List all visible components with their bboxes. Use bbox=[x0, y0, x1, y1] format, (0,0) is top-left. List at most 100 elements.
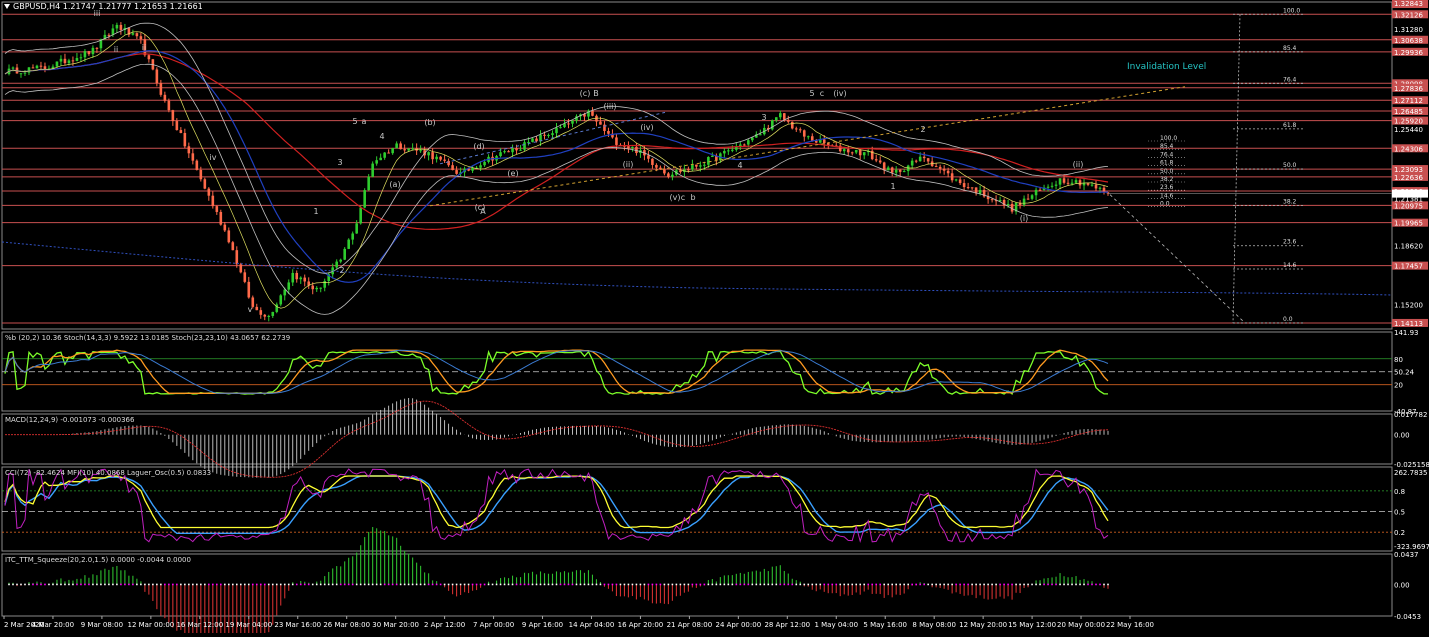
candle-body bbox=[259, 310, 263, 315]
squeeze-dot bbox=[847, 583, 850, 586]
candle-body bbox=[1098, 187, 1102, 189]
candle-body bbox=[55, 61, 59, 67]
squeeze-dot bbox=[923, 583, 925, 586]
wave-label-a: (a) bbox=[389, 180, 400, 189]
candle-body bbox=[87, 51, 91, 55]
candle-body bbox=[711, 155, 714, 158]
candle-body bbox=[631, 146, 634, 149]
candle-body bbox=[279, 295, 283, 305]
squeeze-dot bbox=[723, 583, 726, 586]
candle-body bbox=[255, 306, 259, 311]
squeeze-dot bbox=[20, 583, 22, 586]
orange-trendline bbox=[429, 86, 1186, 207]
candle-body bbox=[854, 149, 858, 153]
price-level-label: 1.32126 bbox=[1394, 11, 1423, 19]
candle-body bbox=[531, 138, 534, 142]
candle-body bbox=[163, 94, 167, 101]
candle-body bbox=[115, 24, 119, 29]
squeeze-dot bbox=[791, 583, 794, 586]
squeeze-dot bbox=[156, 583, 158, 586]
candle-body bbox=[950, 173, 954, 181]
candle-body bbox=[1022, 198, 1026, 205]
time-axis-label: 23 Mar 16:00 bbox=[274, 621, 321, 629]
candle-body bbox=[23, 72, 27, 74]
stoch-tick-20: 20 bbox=[1394, 382, 1403, 390]
candle-body bbox=[790, 121, 794, 129]
sqz-tick-max: 0.0437 bbox=[1394, 551, 1419, 559]
time-axis-label: 2 Apr 12:00 bbox=[424, 621, 465, 629]
squeeze-dot bbox=[963, 583, 965, 586]
squeeze-dot bbox=[1003, 583, 1005, 586]
candle-body bbox=[67, 60, 71, 64]
squeeze-dot bbox=[839, 583, 842, 586]
wave-label-iii: (iii) bbox=[604, 102, 617, 111]
squeeze-dot bbox=[92, 583, 94, 586]
candle-body bbox=[107, 34, 111, 36]
squeeze-dot bbox=[1103, 583, 1105, 586]
candle-body bbox=[407, 148, 410, 151]
chart-menu-icon[interactable] bbox=[4, 4, 10, 9]
candle-body bbox=[591, 110, 594, 116]
candle-body bbox=[443, 159, 446, 161]
ma-red-line bbox=[4, 53, 1109, 231]
candle-body bbox=[183, 132, 187, 147]
candle-body bbox=[515, 148, 518, 151]
squeeze-dot bbox=[1019, 583, 1021, 586]
candle-body bbox=[203, 179, 207, 189]
squeeze-dot bbox=[216, 583, 218, 586]
squeeze-dot bbox=[32, 583, 34, 586]
squeeze-dot bbox=[775, 583, 778, 586]
squeeze-dot bbox=[787, 583, 790, 586]
candle-body bbox=[431, 152, 434, 160]
candle-body bbox=[503, 151, 506, 153]
candle-body bbox=[75, 58, 79, 62]
squeeze-dot bbox=[515, 583, 518, 586]
candle-body bbox=[759, 134, 762, 136]
squeeze-dot bbox=[611, 583, 614, 586]
chart-svg: 1.321261.306381.299361.280981.278361.271… bbox=[1, 0, 1429, 637]
squeeze-dot bbox=[84, 583, 86, 586]
macd-signal-line bbox=[5, 400, 1109, 478]
squeeze-dot bbox=[571, 583, 574, 586]
squeeze-dot bbox=[431, 583, 434, 586]
wave-label-B: B bbox=[593, 89, 599, 98]
candle-body bbox=[850, 152, 854, 154]
squeeze-dot bbox=[1091, 583, 1093, 586]
squeeze-dot bbox=[823, 583, 826, 586]
candle-body bbox=[311, 285, 315, 290]
macd-histogram bbox=[56, 398, 1109, 478]
candle-body bbox=[339, 259, 342, 262]
invalidation-level-label: Invalidation Level bbox=[1127, 62, 1206, 72]
time-axis-label: 20 May 00:00 bbox=[1057, 621, 1105, 629]
candle-body bbox=[263, 314, 267, 317]
time-axis-label: 16 Apr 20:00 bbox=[618, 621, 664, 629]
squeeze-dot bbox=[891, 583, 893, 586]
candle-body bbox=[167, 100, 171, 111]
candle-body bbox=[727, 150, 730, 152]
candle-body bbox=[247, 281, 251, 298]
squeeze-dot bbox=[875, 583, 878, 586]
squeeze-dot bbox=[307, 583, 310, 586]
squeeze-dot bbox=[595, 583, 598, 586]
squeeze-dot bbox=[727, 583, 730, 586]
small-fib-label: 61.8 bbox=[1160, 160, 1174, 167]
price-level-label: 1.20975 bbox=[1394, 202, 1423, 210]
squeeze-dot bbox=[903, 583, 905, 586]
squeeze-dot bbox=[363, 583, 366, 586]
gbpusd-h4-chart[interactable]: 1.321261.306381.299361.280981.278361.271… bbox=[0, 0, 1429, 637]
squeeze-dot bbox=[148, 583, 150, 586]
squeeze-dot bbox=[603, 583, 606, 586]
candle-body bbox=[958, 179, 962, 184]
candle-body bbox=[1050, 185, 1054, 187]
squeeze-dot bbox=[108, 583, 110, 586]
wave-label-i: (i) bbox=[1020, 214, 1028, 223]
candle-body bbox=[651, 158, 654, 165]
squeeze-dot bbox=[395, 583, 398, 586]
candle-body bbox=[1054, 184, 1058, 186]
squeeze-dot bbox=[1011, 583, 1013, 586]
time-axis-label: 21 Apr 08:00 bbox=[667, 621, 713, 629]
candle-body bbox=[862, 152, 866, 156]
squeeze-dot bbox=[347, 583, 350, 586]
squeeze-dot bbox=[1059, 583, 1061, 586]
squeeze-dot bbox=[767, 583, 770, 586]
